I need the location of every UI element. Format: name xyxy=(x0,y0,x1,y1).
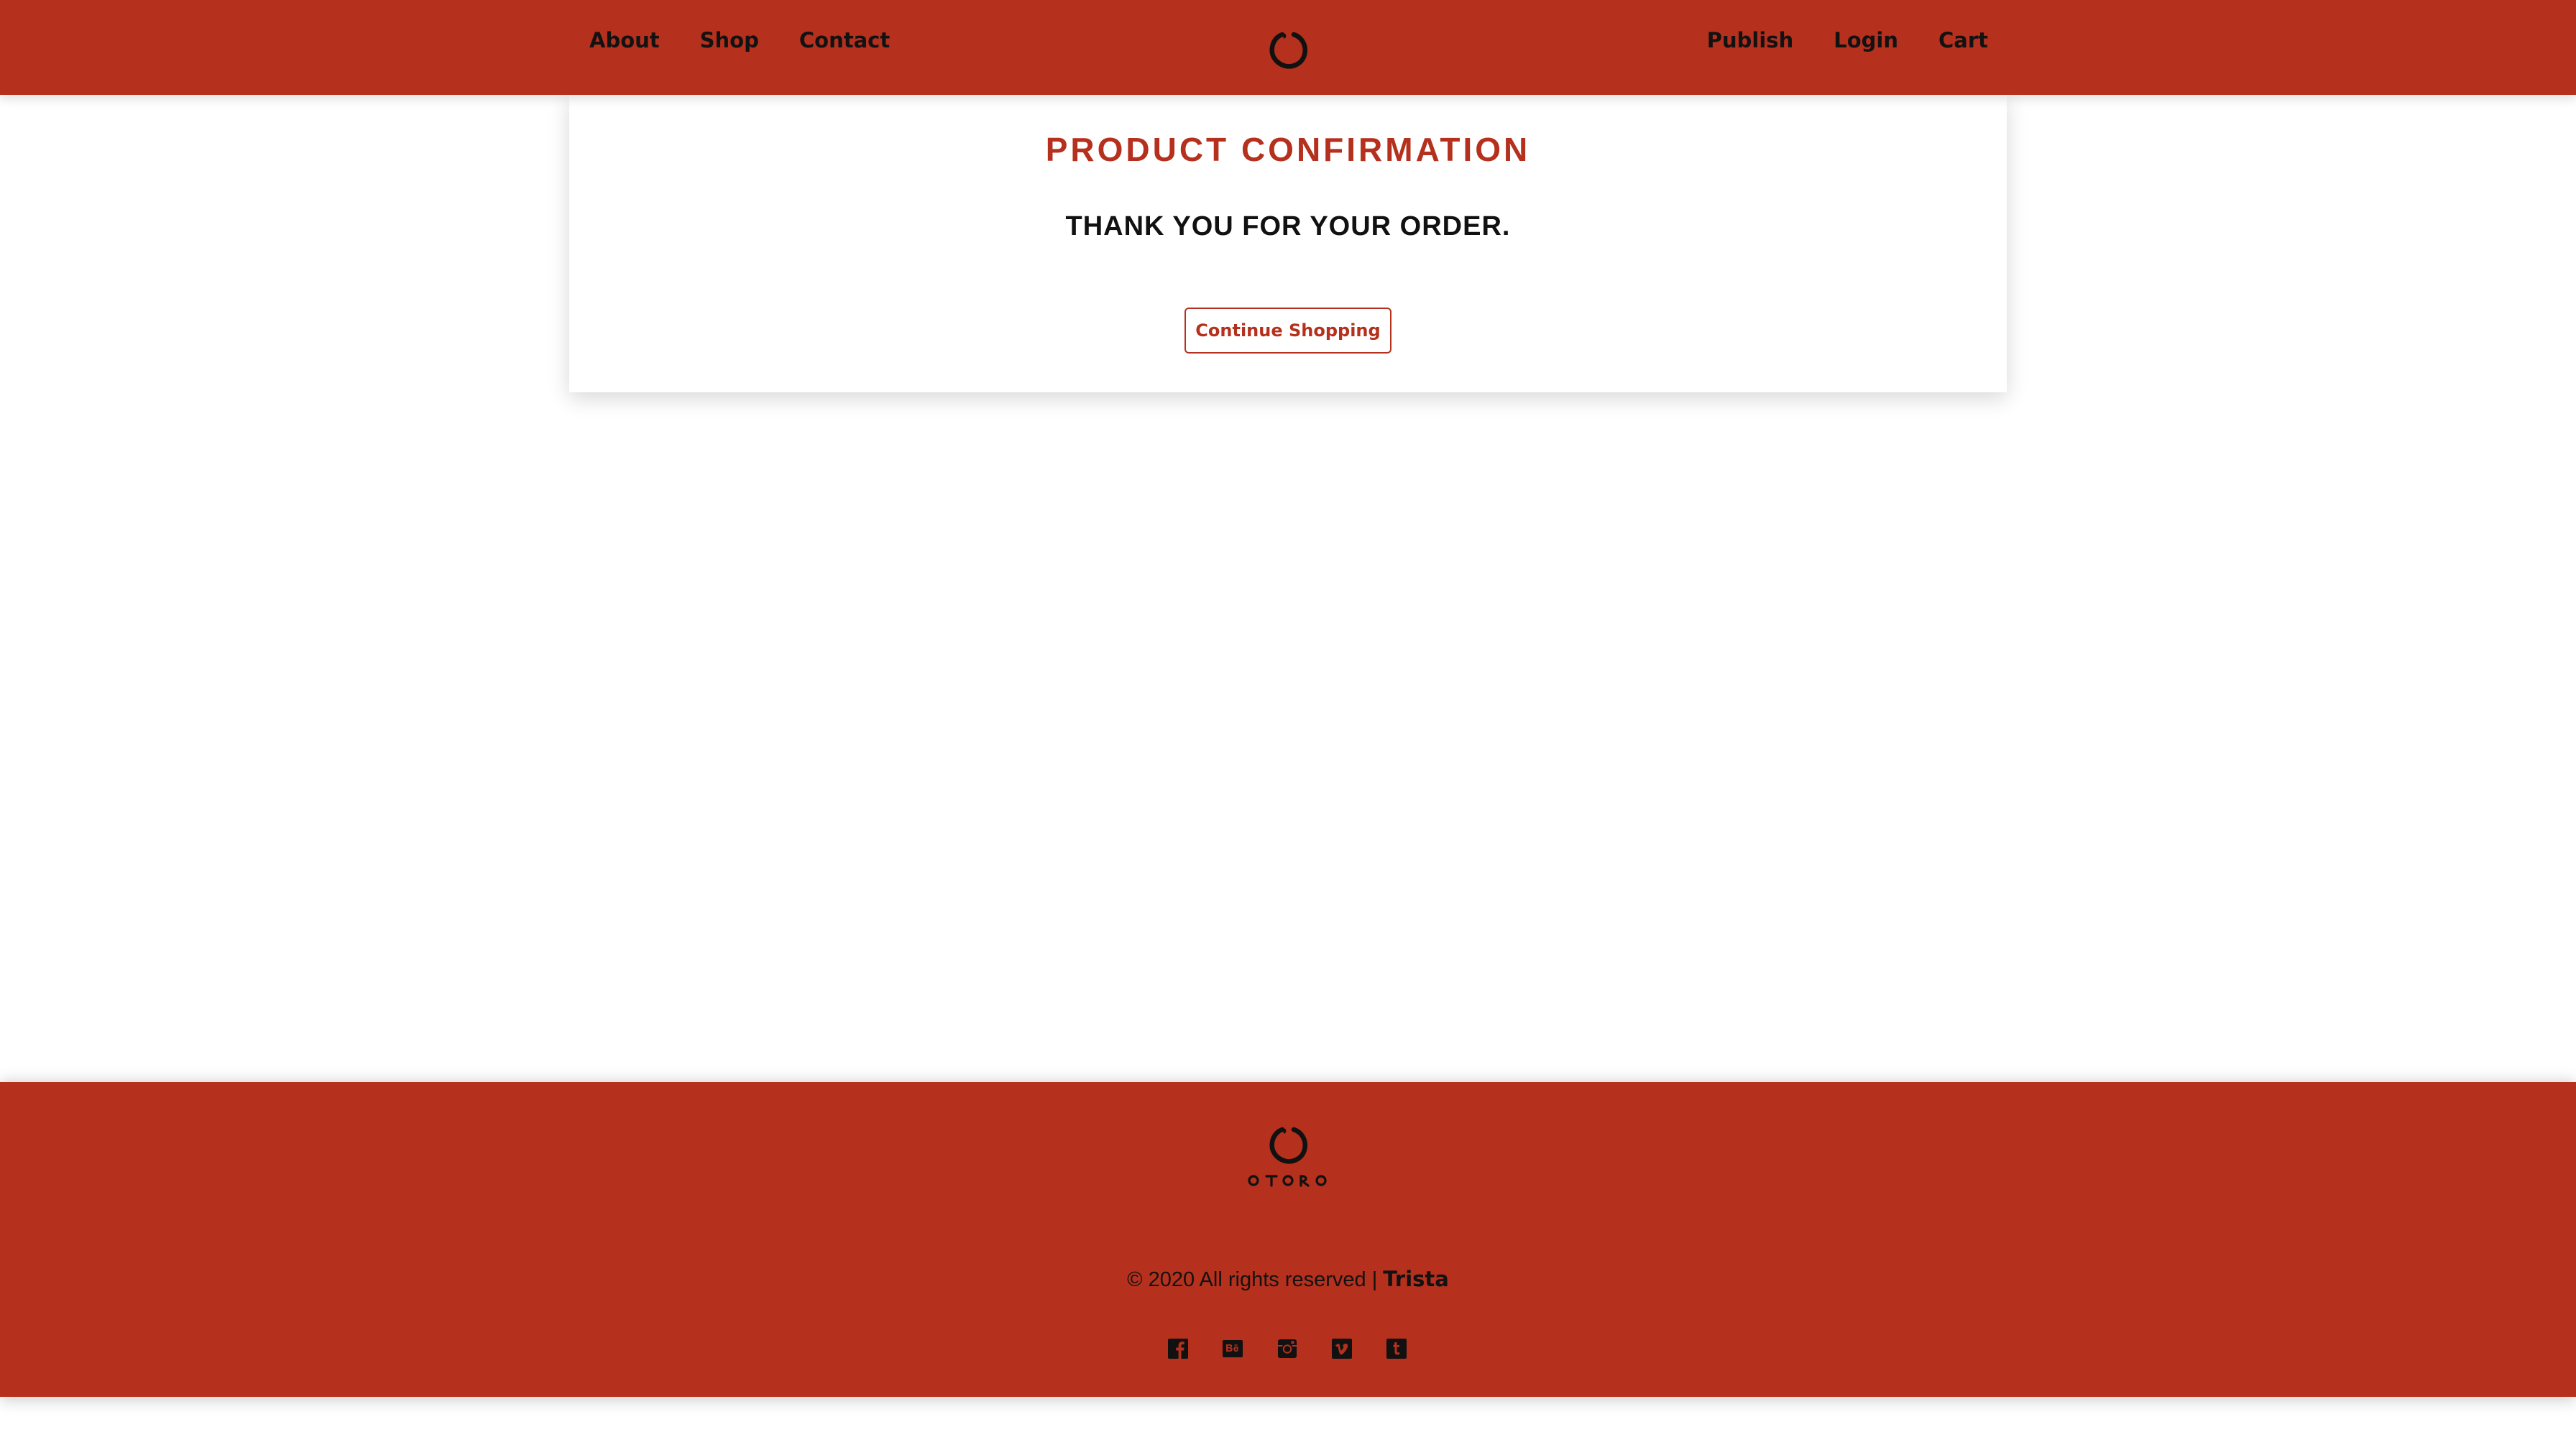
tumblr-icon[interactable] xyxy=(1386,1338,1407,1359)
facebook-icon[interactable] xyxy=(1167,1338,1189,1359)
instagram-icon[interactable] xyxy=(1276,1338,1298,1359)
nav-contact-link[interactable]: Contact xyxy=(799,27,890,53)
vimeo-icon[interactable] xyxy=(1331,1338,1353,1359)
nav-cart-link[interactable]: Cart xyxy=(1938,27,1988,53)
nav-login-link[interactable]: Login xyxy=(1834,27,1898,53)
continue-shopping-button[interactable]: Continue Shopping xyxy=(1184,308,1392,354)
nav-right: Publish Login Cart xyxy=(1667,27,1988,53)
copyright-notice: © 2020 All rights reserved | Trista xyxy=(0,1266,2576,1293)
nav-left: About Shop Contact xyxy=(589,27,930,53)
thank-you-message: THANK YOU FOR YOUR ORDER. xyxy=(1065,211,1511,241)
nav-about-link[interactable]: About xyxy=(589,27,660,53)
behance-icon[interactable] xyxy=(1222,1338,1243,1359)
site-footer: © 2020 All rights reserved | Trista xyxy=(0,1082,2576,1397)
social-links xyxy=(1167,1338,1407,1359)
otoro-wordmark-logo xyxy=(1248,1175,1327,1187)
nav-publish-link[interactable]: Publish xyxy=(1707,27,1793,53)
enso-logo-icon[interactable] xyxy=(1265,26,1311,72)
author-name: Trista xyxy=(1383,1267,1449,1291)
nav-shop-link[interactable]: Shop xyxy=(700,27,759,53)
footer-enso-logo-icon[interactable] xyxy=(1265,1121,1311,1167)
site-header: About Shop Contact Publish Login Cart xyxy=(0,0,2576,95)
copyright-text: © 2020 All rights reserved | xyxy=(1127,1268,1384,1291)
page-title: PRODUCT CONFIRMATION xyxy=(1045,131,1531,168)
